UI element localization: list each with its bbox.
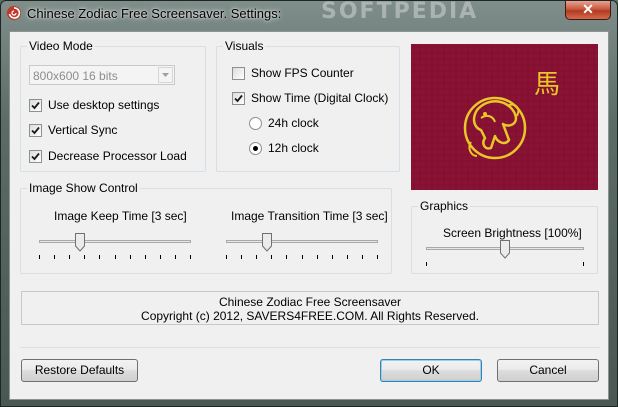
- horse-zodiac-icon: [411, 44, 598, 190]
- video-mode-legend: Video Mode: [27, 39, 95, 53]
- dialog-client: Video Mode 800x600 16 bits Use desktop s…: [9, 31, 609, 400]
- visuals-legend: Visuals: [223, 39, 266, 53]
- slider-tick: [190, 255, 191, 259]
- slider-tick: [54, 255, 55, 259]
- divider: [20, 347, 600, 348]
- slider-thumb[interactable]: [262, 233, 272, 252]
- vertical-sync-label: Vertical Sync: [48, 123, 118, 137]
- slider-ticks: [226, 255, 378, 259]
- clock-12h-radio[interactable]: [249, 142, 262, 155]
- zodiac-glyph: 馬: [534, 70, 561, 100]
- window-title: Chinese Zodiac Free Screensaver. Setting…: [27, 6, 282, 21]
- slider-tick: [256, 255, 257, 259]
- slider-tick: [115, 255, 116, 259]
- ok-button[interactable]: OK: [380, 359, 482, 382]
- slider-tick: [317, 255, 318, 259]
- slider-tick: [583, 262, 584, 266]
- video-mode-group: Video Mode 800x600 16 bits Use desktop s…: [20, 39, 206, 172]
- slider-track: [39, 240, 191, 243]
- vertical-sync-checkbox[interactable]: [29, 124, 42, 137]
- product-name: Chinese Zodiac Free Screensaver: [218, 295, 402, 309]
- zodiac-preview-image: 馬: [411, 44, 598, 190]
- chevron-down-icon[interactable]: [158, 67, 173, 83]
- watermark: SOFTPEDIA: [321, 0, 479, 24]
- slider-tick: [426, 262, 427, 266]
- slider-tick: [271, 255, 272, 259]
- slider-tick: [226, 255, 227, 259]
- decrease-processor-load-label: Decrease Processor Load: [48, 149, 187, 163]
- slider-thumb[interactable]: [75, 233, 85, 252]
- slider-tick: [39, 255, 40, 259]
- radio-dot-icon: [253, 146, 258, 151]
- clock-24h-label: 24h clock: [268, 116, 319, 130]
- resolution-select[interactable]: 800x600 16 bits: [29, 65, 175, 85]
- clock-24h-radio[interactable]: [249, 117, 262, 130]
- close-icon: ✕: [582, 1, 594, 17]
- cancel-button[interactable]: Cancel: [497, 359, 599, 382]
- slider-tick: [175, 255, 176, 259]
- image-keep-time-label: Image Keep Time [3 sec]: [54, 209, 187, 223]
- show-fps-checkbox[interactable]: [232, 67, 245, 80]
- close-button[interactable]: ✕: [565, 1, 611, 20]
- checkmark-icon: [31, 126, 40, 135]
- slider-tick: [286, 255, 287, 259]
- graphics-legend: Graphics: [418, 199, 471, 213]
- slider-tick: [99, 255, 100, 259]
- slider-tick: [347, 255, 348, 259]
- image-show-control-group: Image Show Control Image Keep Time [3 se…: [20, 181, 392, 274]
- slider-thumb[interactable]: [500, 240, 510, 259]
- red-swirl-icon: [7, 6, 21, 20]
- image-keep-time-slider[interactable]: [39, 233, 191, 263]
- visuals-group: Visuals Show FPS Counter Show Time (Digi…: [216, 39, 400, 172]
- checkmark-icon: [234, 94, 243, 103]
- checkmark-icon: [31, 152, 40, 161]
- use-desktop-settings-label: Use desktop settings: [48, 98, 160, 112]
- slider-tick: [145, 255, 146, 259]
- resolution-value: 800x600 16 bits: [33, 69, 118, 83]
- title-bar[interactable]: Chinese Zodiac Free Screensaver. Setting…: [1, 0, 617, 27]
- slider-track: [226, 240, 378, 243]
- slider-tick: [332, 255, 333, 259]
- copyright-text: Copyright (c) 2012, SAVERS4FREE.COM. All…: [141, 309, 479, 323]
- screen-brightness-slider[interactable]: [426, 240, 584, 270]
- image-transition-time-label: Image Transition Time [3 sec]: [231, 209, 388, 223]
- show-time-label: Show Time (Digital Clock): [251, 91, 389, 105]
- show-fps-label: Show FPS Counter: [251, 66, 354, 80]
- restore-defaults-button[interactable]: Restore Defaults: [21, 359, 138, 382]
- graphics-group: Graphics Screen Brightness [100%]: [411, 199, 598, 274]
- about-panel: Chinese Zodiac Free Screensaver Copyrigh…: [21, 291, 599, 325]
- slider-tick: [362, 255, 363, 259]
- slider-tick: [241, 255, 242, 259]
- slider-tick: [377, 255, 378, 259]
- slider-ticks: [39, 255, 191, 259]
- checkmark-icon: [31, 101, 40, 110]
- decrease-processor-load-checkbox[interactable]: [29, 150, 42, 163]
- dialog-window: Chinese Zodiac Free Screensaver. Setting…: [0, 0, 618, 407]
- slider-tick: [84, 255, 85, 259]
- image-show-control-legend: Image Show Control: [27, 181, 140, 195]
- image-transition-time-slider[interactable]: [226, 233, 378, 263]
- slider-tick: [69, 255, 70, 259]
- slider-tick: [130, 255, 131, 259]
- slider-tick: [160, 255, 161, 259]
- slider-tick: [302, 255, 303, 259]
- show-time-checkbox[interactable]: [232, 92, 245, 105]
- clock-12h-label: 12h clock: [268, 141, 319, 155]
- slider-ticks: [426, 262, 584, 266]
- screen-brightness-label: Screen Brightness [100%]: [443, 226, 582, 240]
- use-desktop-settings-checkbox[interactable]: [29, 99, 42, 112]
